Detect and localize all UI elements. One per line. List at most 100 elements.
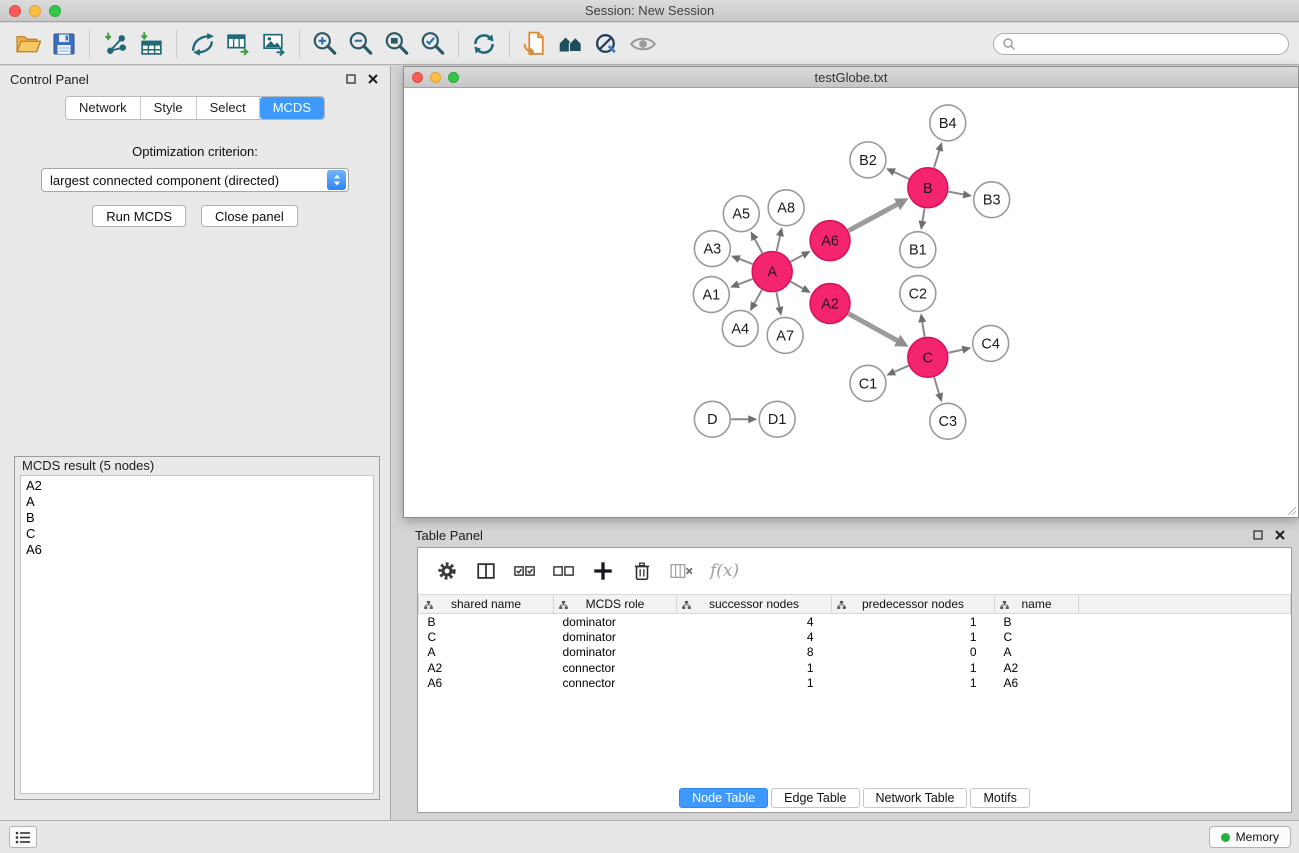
column-header-successor-nodes[interactable]: successor nodes [677, 595, 832, 614]
home-button[interactable] [553, 27, 589, 61]
table-row[interactable]: Adominator80A [419, 645, 1291, 661]
graph-edge-A2-C[interactable] [848, 314, 898, 341]
tab-edge-table[interactable]: Edge Table [771, 788, 859, 808]
zoom-fit-button[interactable] [379, 27, 415, 61]
tab-network-table[interactable]: Network Table [863, 788, 968, 808]
show-columns-button[interactable] [474, 558, 498, 584]
network-from-table-button[interactable] [220, 27, 256, 61]
save-session-button[interactable] [46, 27, 82, 61]
criterion-dropdown[interactable]: largest connected component (directed) [41, 168, 349, 192]
mcds-result-item[interactable]: A2 [26, 478, 373, 494]
select-all-button[interactable] [513, 558, 537, 584]
add-row-button[interactable] [591, 558, 615, 584]
resize-grip-icon[interactable] [1285, 504, 1297, 516]
new-network-button[interactable] [184, 27, 220, 61]
zoom-selected-button[interactable] [415, 27, 451, 61]
run-mcds-button[interactable]: Run MCDS [92, 205, 186, 227]
graph-edge-arrow [731, 255, 741, 262]
graph-edge-C-C1[interactable] [894, 366, 909, 373]
graph-edge-A-A1[interactable] [737, 279, 752, 285]
table-row[interactable]: A2connector11A2 [419, 660, 1291, 676]
mcds-result-groupbox: MCDS result (5 nodes) A2ABCA6 [14, 456, 380, 800]
network-close-button[interactable] [412, 72, 423, 83]
export-image-button[interactable] [256, 27, 292, 61]
graph-edge-B-B4[interactable] [934, 150, 940, 168]
graph-edge-C-C3[interactable] [934, 377, 939, 394]
mcds-result-item[interactable]: B [26, 510, 373, 526]
zoom-fit-icon [383, 30, 411, 58]
graph-edge-A-A8[interactable] [777, 235, 780, 251]
tab-mcds[interactable]: MCDS [260, 97, 324, 119]
table-row[interactable]: Bdominator41B [419, 614, 1291, 630]
mcds-result-item[interactable]: A6 [26, 542, 373, 558]
column-header-mcds-role[interactable]: MCDS role [554, 595, 677, 614]
deselect-all-button[interactable] [552, 558, 576, 584]
close-table-panel-button[interactable] [1272, 528, 1287, 543]
tab-style[interactable]: Style [141, 97, 197, 119]
first-neighbors-button[interactable] [517, 27, 553, 61]
table-cell: 1 [832, 629, 995, 645]
validator-icon [594, 30, 621, 57]
mcds-result-list: A2ABCA6 [21, 476, 373, 558]
graph-edge-C-C2[interactable] [922, 321, 924, 337]
graph-edge-arrow [919, 220, 927, 230]
tab-node-table[interactable]: Node Table [679, 788, 768, 808]
graph-edge-B-B1[interactable] [922, 208, 924, 222]
memory-button[interactable]: Memory [1209, 826, 1291, 848]
graph-edge-A-A3[interactable] [738, 259, 752, 264]
graph-node-label: A7 [776, 328, 794, 344]
import-network-from-file-button[interactable] [97, 27, 133, 61]
column-header-shared-name[interactable]: shared name [419, 595, 554, 614]
apply-layout-button[interactable] [466, 27, 502, 61]
tab-motifs[interactable]: Motifs [970, 788, 1029, 808]
network-minimize-button[interactable] [430, 72, 441, 83]
graph-edge-B-B3[interactable] [948, 192, 964, 195]
eye-icon [629, 30, 657, 58]
tab-network[interactable]: Network [66, 97, 141, 119]
search-input[interactable] [1021, 36, 1280, 51]
float-table-panel-button[interactable] [1250, 528, 1265, 543]
close-panel-button[interactable] [365, 72, 380, 87]
graph-edge-A-A2[interactable] [791, 282, 804, 289]
graph-edge-B-B2[interactable] [893, 172, 909, 179]
tab-select[interactable]: Select [197, 97, 260, 119]
function-builder-button[interactable]: f(x) [710, 558, 739, 584]
table-row[interactable]: Cdominator41C [419, 629, 1291, 645]
mcds-result-item[interactable]: A [26, 494, 373, 510]
search-field[interactable] [993, 33, 1289, 55]
mcds-result-item[interactable]: C [26, 526, 373, 542]
column-header-predecessor-nodes[interactable]: predecessor nodes [832, 595, 995, 614]
main-area: Control Panel Network [0, 66, 1299, 820]
show-panel-list-button[interactable] [9, 826, 37, 848]
zoom-out-button[interactable] [343, 27, 379, 61]
network-maximize-button[interactable] [448, 72, 459, 83]
graph-edge-A-A7[interactable] [776, 292, 779, 308]
zoom-in-button[interactable] [307, 27, 343, 61]
close-window-button[interactable] [9, 5, 21, 17]
save-floppy-icon [51, 31, 77, 57]
table-row[interactable]: A6connector11A6 [419, 676, 1291, 692]
table-cell: 1 [832, 676, 995, 692]
delete-row-button[interactable] [630, 558, 654, 584]
column-header-name[interactable]: name [995, 595, 1079, 614]
graph-edge-A-A4[interactable] [754, 290, 762, 304]
float-panel-button[interactable] [343, 72, 358, 87]
maximize-window-button[interactable] [49, 5, 61, 17]
table-cell: dominator [554, 629, 677, 645]
validate-button[interactable] [589, 27, 625, 61]
open-session-button[interactable] [10, 27, 46, 61]
graph-edge-A-A6[interactable] [791, 255, 804, 262]
application-window: Session: New Session [0, 0, 1299, 853]
network-graph[interactable]: B4B2BB3A5A8A6B1A3AC2A1A2A4A7CC4C1C3DD1 [404, 89, 1298, 517]
show-hide-button[interactable] [625, 27, 661, 61]
close-panel-button-cp[interactable]: Close panel [201, 205, 298, 227]
trash-icon [631, 560, 653, 582]
graph-edge-A6-B[interactable] [849, 204, 898, 231]
table-settings-button[interactable] [435, 558, 459, 584]
graph-edge-C-C4[interactable] [948, 349, 963, 352]
delete-column-button[interactable] [669, 558, 695, 584]
network-canvas[interactable]: B4B2BB3A5A8A6B1A3AC2A1A2A4A7CC4C1C3DD1 [404, 89, 1298, 517]
minimize-window-button[interactable] [29, 5, 41, 17]
import-table-from-file-button[interactable] [133, 27, 169, 61]
graph-edge-A-A5[interactable] [754, 238, 762, 253]
